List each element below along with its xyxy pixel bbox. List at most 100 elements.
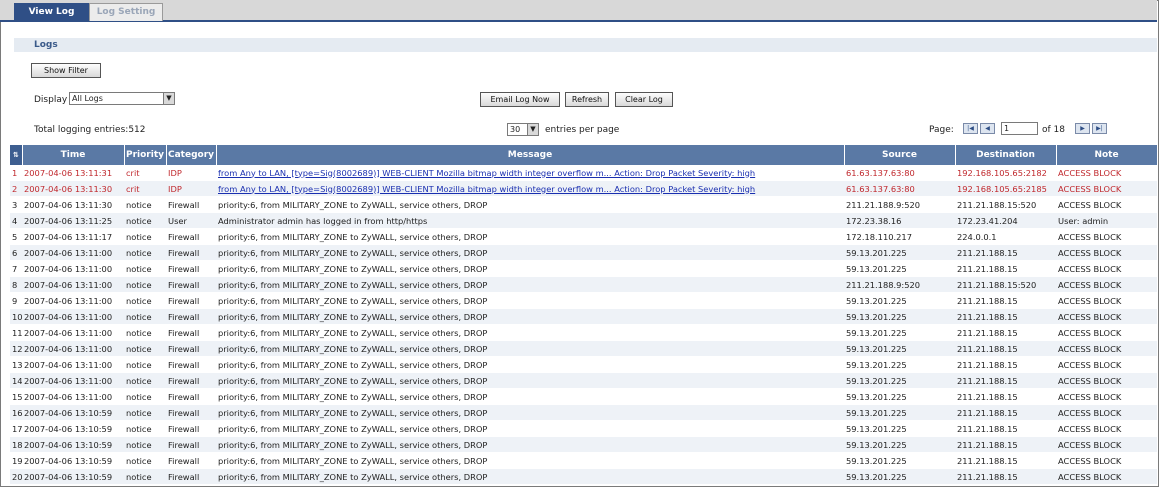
cell-time: 2007-04-06 13:11:00 [22, 244, 124, 261]
column-header-priority[interactable]: Priority [124, 145, 167, 165]
cell-source: 59.13.201.225 [844, 356, 955, 373]
cell-time: 2007-04-06 13:11:00 [22, 260, 124, 277]
cell-destination: 211.21.188.15 [955, 452, 1056, 469]
cell-note: ACCESS BLOCK [1056, 404, 1157, 421]
table-row: 9 2007-04-06 13:11:00 notice Firewall priori… [10, 292, 1157, 309]
cell-n: 7 [10, 260, 22, 277]
column-header-source[interactable]: Source [844, 145, 956, 165]
table-row: 3 2007-04-06 13:11:30 notice Firewall priori… [10, 196, 1157, 213]
cell-source: 59.13.201.225 [844, 244, 955, 261]
cell-note: User: admin [1056, 212, 1157, 229]
cell-source: 59.13.201.225 [844, 340, 955, 357]
cell-message: priority:6, from MILITARY_ZONE to ZyWALL… [216, 276, 844, 293]
cell-time: 2007-04-06 13:11:25 [22, 212, 124, 229]
cell-destination: 211.21.188.15 [955, 404, 1056, 421]
table-row: 15 2007-04-06 13:11:00 notice Firewall prior… [10, 388, 1157, 405]
email-log-now-button[interactable]: Email Log Now [480, 92, 560, 107]
cell-source: 59.13.201.225 [844, 292, 955, 309]
cell-message[interactable]: from Any to LAN, [type=Sig(8002689)] WEB… [216, 165, 844, 181]
tab-log-setting[interactable]: Log Setting [89, 3, 163, 21]
column-header-note[interactable]: Note [1056, 145, 1158, 165]
first-page-icon[interactable]: |◀ [963, 123, 978, 134]
cell-time: 2007-04-06 13:11:00 [22, 276, 124, 293]
cell-note: ACCESS BLOCK [1056, 340, 1157, 357]
cell-priority: notice [124, 292, 166, 309]
table-row: 8 2007-04-06 13:11:00 notice Firewall priori… [10, 276, 1157, 293]
table-row: 12 2007-04-06 13:11:00 notice Firewall prior… [10, 340, 1157, 357]
cell-priority: notice [124, 340, 166, 357]
cell-time: 2007-04-06 13:10:59 [22, 404, 124, 421]
cell-destination: 211.21.188.15 [955, 388, 1056, 405]
page-number-input[interactable]: 1 [1001, 122, 1038, 135]
cell-note: ACCESS BLOCK [1056, 276, 1157, 293]
per-page-select[interactable]: 30 ▼ [507, 123, 539, 136]
clear-log-button[interactable]: Clear Log [615, 92, 673, 107]
cell-destination: 211.21.188.15 [955, 356, 1056, 373]
cell-destination: 211.21.188.15:520 [955, 196, 1056, 213]
next-page-icon[interactable]: ▶ [1075, 123, 1090, 134]
total-entries: Total logging entries:512 [34, 125, 146, 135]
cell-note: ACCESS BLOCK [1056, 372, 1157, 389]
cell-note: ACCESS BLOCK [1056, 468, 1157, 485]
table-row: 7 2007-04-06 13:11:00 notice Firewall priori… [10, 260, 1157, 277]
table-header-row: ⇅ Time Priority Category Message Source … [10, 145, 1158, 165]
cell-message: priority:6, from MILITARY_ZONE to ZyWALL… [216, 324, 844, 341]
cell-category: IDP [166, 165, 216, 181]
cell-note: ACCESS BLOCK [1056, 260, 1157, 277]
cell-category: Firewall [166, 196, 216, 213]
last-page-icon[interactable]: ▶| [1092, 123, 1107, 134]
cell-priority: notice [124, 212, 166, 229]
tab-view-log[interactable]: View Log [14, 3, 89, 21]
display-label: Display [34, 95, 68, 105]
cell-destination: 224.0.0.1 [955, 228, 1056, 245]
prev-page-icon[interactable]: ◀ [980, 123, 995, 134]
cell-n: 8 [10, 276, 22, 293]
column-header-number[interactable]: ⇅ [10, 145, 23, 165]
cell-time: 2007-04-06 13:11:30 [22, 180, 124, 197]
cell-time: 2007-04-06 13:11:00 [22, 388, 124, 405]
table-row: 2 2007-04-06 13:11:30 crit IDP from Any to L… [10, 180, 1157, 197]
cell-destination: 211.21.188.15 [955, 340, 1056, 357]
cell-note: ACCESS BLOCK [1056, 452, 1157, 469]
cell-destination: 211.21.188.15 [955, 308, 1056, 325]
cell-message: priority:6, from MILITARY_ZONE to ZyWALL… [216, 244, 844, 261]
cell-category: Firewall [166, 436, 216, 453]
cell-n: 10 [10, 308, 22, 325]
cell-time: 2007-04-06 13:11:30 [22, 196, 124, 213]
cell-source: 172.18.110.217 [844, 228, 955, 245]
table-row: 16 2007-04-06 13:10:59 notice Firewall prior… [10, 404, 1157, 421]
cell-message: priority:6, from MILITARY_ZONE to ZyWALL… [216, 340, 844, 357]
display-select[interactable]: All Logs ▼ [69, 92, 175, 105]
cell-source: 61.63.137.63:80 [844, 165, 955, 181]
cell-message[interactable]: from Any to LAN, [type=Sig(8002689)] WEB… [216, 180, 844, 197]
cell-n: 17 [10, 420, 22, 437]
cell-category: Firewall [166, 260, 216, 277]
cell-priority: notice [124, 244, 166, 261]
cell-priority: notice [124, 356, 166, 373]
cell-note: ACCESS BLOCK [1056, 244, 1157, 261]
cell-message: priority:6, from MILITARY_ZONE to ZyWALL… [216, 372, 844, 389]
cell-priority: notice [124, 196, 166, 213]
page-label: Page: [929, 125, 954, 135]
cell-category: Firewall [166, 372, 216, 389]
cell-priority: crit [124, 165, 166, 181]
refresh-button[interactable]: Refresh [565, 92, 609, 107]
column-header-time[interactable]: Time [22, 145, 125, 165]
cell-time: 2007-04-06 13:10:59 [22, 420, 124, 437]
table-row: 20 2007-04-06 13:10:59 notice Firewall prior… [10, 468, 1157, 485]
cell-category: Firewall [166, 292, 216, 309]
cell-category: Firewall [166, 324, 216, 341]
cell-note: ACCESS BLOCK [1056, 228, 1157, 245]
column-header-destination[interactable]: Destination [955, 145, 1057, 165]
cell-note: ACCESS BLOCK [1056, 180, 1157, 197]
sort-icon: ⇅ [12, 151, 19, 159]
cell-category: Firewall [166, 452, 216, 469]
per-page-value: 30 [510, 125, 521, 134]
show-filter-button[interactable]: Show Filter [31, 63, 101, 78]
cell-message: priority:6, from MILITARY_ZONE to ZyWALL… [216, 292, 844, 309]
column-header-message[interactable]: Message [216, 145, 845, 165]
cell-category: Firewall [166, 420, 216, 437]
cell-priority: notice [124, 436, 166, 453]
column-header-category[interactable]: Category [166, 145, 217, 165]
table-row: 17 2007-04-06 13:10:59 notice Firewall prior… [10, 420, 1157, 437]
